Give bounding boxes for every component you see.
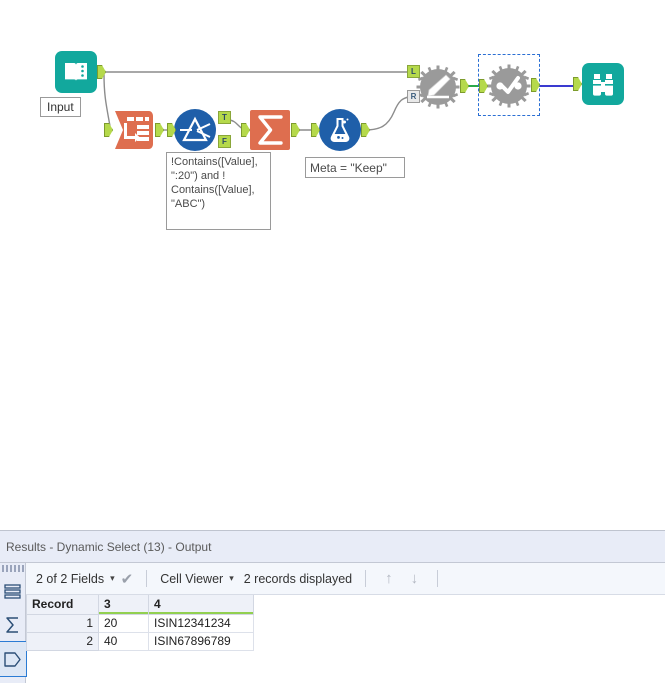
dynamic-rename-left-input-anchor[interactable]: L <box>407 65 420 78</box>
field-info-annotation: Meta = "Keep" <box>305 157 405 178</box>
tool-filter[interactable]: T F <box>167 109 231 151</box>
cell-record: 1 <box>26 613 99 633</box>
messages-icon <box>4 583 21 599</box>
input-tool-label: Input <box>40 97 81 117</box>
records-displayed-label: 2 records displayed <box>243 571 353 586</box>
book-icon <box>65 63 87 81</box>
tool-dynamic-select[interactable] <box>479 64 540 113</box>
tool-text-to-columns[interactable] <box>104 109 164 156</box>
table-row[interactable]: 2 40 ISIN67896789 <box>26 631 254 651</box>
rail-drag-handle[interactable] <box>1 565 24 572</box>
input-data-icon-chip[interactable] <box>55 51 97 93</box>
cell-col3[interactable]: 20 <box>98 613 149 633</box>
binoculars-icon <box>593 74 613 96</box>
toolbar-separator-2 <box>365 570 367 587</box>
column-type-bar <box>99 611 148 614</box>
results-table[interactable]: Record 3 4 1 20 ISIN12341234 2 40 ISIN67… <box>26 595 254 651</box>
tool-input-data[interactable] <box>55 51 106 93</box>
gear-check-icon[interactable] <box>487 64 531 108</box>
results-pane: Results - Dynamic Select (13) - Output 2… <box>0 530 665 683</box>
tool-dynamic-rename[interactable]: L R <box>407 65 469 114</box>
prism-icon <box>180 116 211 142</box>
cell-record: 2 <box>26 631 99 651</box>
dynamic-rename-output-anchor[interactable] <box>460 79 469 93</box>
filter-true-output-anchor[interactable]: T <box>218 111 231 124</box>
connection-wires <box>103 71 578 131</box>
gear-pencil-icon[interactable] <box>416 65 460 109</box>
cell-col4[interactable]: ISIN12341234 <box>148 613 254 633</box>
dynamic-rename-right-input-anchor[interactable]: R <box>407 90 420 103</box>
input-output-anchor[interactable] <box>97 65 106 79</box>
table-header-row: Record 3 4 <box>26 595 254 615</box>
field-info-icon-chip[interactable] <box>319 109 361 151</box>
filter-expression-annotation: !Contains([Value], ":20") and ! Contains… <box>166 152 271 230</box>
column-header-4[interactable]: 4 <box>148 595 254 615</box>
browse-input-anchor[interactable] <box>573 77 582 91</box>
record-split-icon[interactable] <box>113 109 155 151</box>
results-side-rail[interactable] <box>0 563 27 683</box>
results-title-text: Results - Dynamic Select (13) - Output <box>6 539 212 554</box>
toolbar-separator <box>146 570 148 587</box>
results-toolbar[interactable]: 2 of 2 Fields ▾ ✔ Cell Viewer ▾ 2 record… <box>26 563 665 595</box>
tool-field-info[interactable] <box>311 109 370 151</box>
rail-data-tag-icon[interactable] <box>0 641 27 677</box>
filter-icon-chip[interactable] <box>174 109 216 151</box>
text-to-columns-output-anchor[interactable] <box>155 123 164 137</box>
tool-summarize[interactable] <box>241 109 300 156</box>
cell-col3[interactable]: 40 <box>98 631 149 651</box>
cell-col4[interactable]: ISIN67896789 <box>148 631 254 651</box>
field-info-output-anchor[interactable] <box>361 123 370 137</box>
workflow-canvas[interactable]: Input T F !Contains([Value], ":20") and … <box>0 0 665 530</box>
rail-messages-icon[interactable] <box>0 574 26 608</box>
sigma-icon[interactable] <box>249 109 291 151</box>
text-to-columns-input-anchor[interactable] <box>104 123 113 137</box>
results-body: 2 of 2 Fields ▾ ✔ Cell Viewer ▾ 2 record… <box>0 563 665 683</box>
viewer-mode-label[interactable]: Cell Viewer <box>160 572 223 586</box>
column-header-record[interactable]: Record <box>26 595 99 615</box>
rail-sigma-icon[interactable] <box>0 608 26 642</box>
column-header-3[interactable]: 3 <box>98 595 149 615</box>
results-title-bar: Results - Dynamic Select (13) - Output <box>0 531 665 563</box>
sigma-icon <box>6 617 18 633</box>
toolbar-separator-3 <box>437 570 439 587</box>
fields-selector-caret-icon[interactable]: ▾ <box>110 573 115 584</box>
results-main: 2 of 2 Fields ▾ ✔ Cell Viewer ▾ 2 record… <box>26 563 665 683</box>
tool-browse[interactable] <box>573 63 624 105</box>
data-tag-icon <box>4 651 21 667</box>
filter-false-output-anchor[interactable]: F <box>218 135 231 148</box>
table-row[interactable]: 1 20 ISIN12341234 <box>26 613 254 633</box>
flask-icon <box>330 118 350 142</box>
apply-check-icon[interactable]: ✔ <box>121 570 134 588</box>
column-type-bar <box>149 611 253 614</box>
fields-selector-label[interactable]: 2 of 2 Fields <box>36 572 104 586</box>
browse-icon-chip[interactable] <box>582 63 624 105</box>
summarize-output-anchor[interactable] <box>291 123 300 137</box>
scroll-down-icon[interactable]: ↓ <box>405 570 425 587</box>
scroll-up-icon[interactable]: ↑ <box>379 570 399 587</box>
viewer-mode-caret-icon[interactable]: ▾ <box>229 573 234 584</box>
